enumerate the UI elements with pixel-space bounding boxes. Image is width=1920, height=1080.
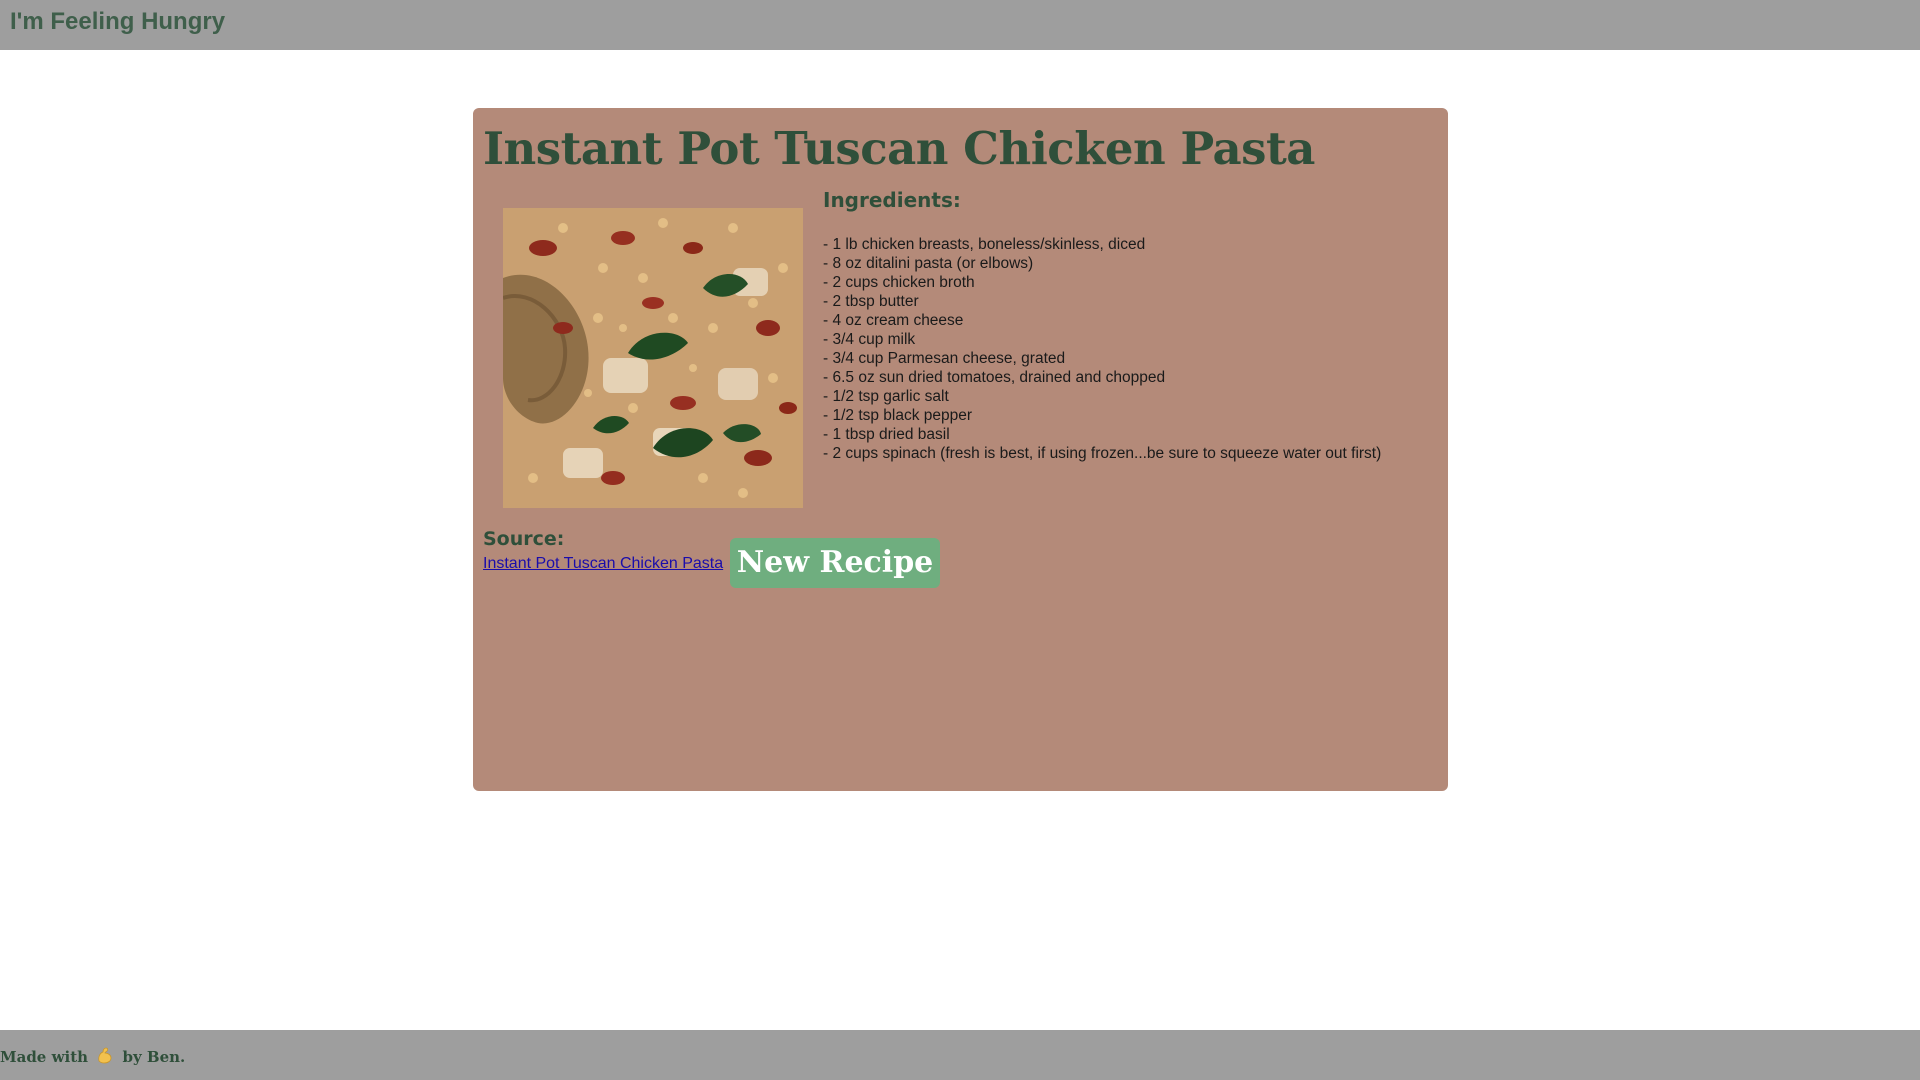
ingredient-item: - 1 lb chicken breasts, boneless/skinles… bbox=[823, 236, 1146, 253]
recipe-photo bbox=[503, 208, 803, 508]
ingredient-item: - 4 oz cream cheese bbox=[823, 312, 964, 329]
ingredient-item: - 2 cups chicken broth bbox=[823, 274, 975, 291]
new-recipe-button[interactable]: New Recipe bbox=[730, 538, 940, 588]
site-title[interactable]: I'm Feeling Hungry bbox=[10, 8, 225, 36]
footer-made-with: Made with bbox=[0, 1048, 89, 1066]
ingredient-item: - 8 oz ditalini pasta (or elbows) bbox=[823, 255, 1034, 272]
top-bar: I'm Feeling Hungry bbox=[0, 0, 1920, 50]
footer: Made with by Ben. bbox=[0, 1030, 1920, 1080]
recipe-card: Instant Pot Tuscan Chicken Pasta Ingredi… bbox=[473, 108, 1448, 791]
ingredient-item: - 3/4 cup Parmesan cheese, grated bbox=[823, 350, 1066, 367]
footer-credit: Made with by Ben. bbox=[0, 1045, 185, 1069]
ingredient-item: - 3/4 cup milk bbox=[823, 331, 916, 348]
ingredients-list: - 1 lb chicken breasts, boneless/skinles… bbox=[823, 235, 1381, 463]
ingredient-item: - 2 tbsp butter bbox=[823, 293, 919, 310]
recipe-title: Instant Pot Tuscan Chicken Pasta bbox=[483, 122, 1315, 175]
footer-by: by Ben. bbox=[122, 1048, 186, 1066]
flexed-biceps-icon bbox=[95, 1045, 115, 1069]
ingredient-item: - 6.5 oz sun dried tomatoes, drained and… bbox=[823, 369, 1166, 386]
source-link[interactable]: Instant Pot Tuscan Chicken Pasta bbox=[483, 555, 723, 573]
ingredient-item: - 1/2 tsp garlic salt bbox=[823, 388, 949, 405]
ingredient-item: - 1 tbsp dried basil bbox=[823, 426, 950, 443]
ingredients-heading: Ingredients: bbox=[823, 188, 961, 212]
source-heading: Source: bbox=[483, 528, 565, 550]
ingredient-item: - 1/2 tsp black pepper bbox=[823, 407, 973, 424]
ingredient-item: - 2 cups spinach (fresh is best, if usin… bbox=[823, 445, 1382, 462]
